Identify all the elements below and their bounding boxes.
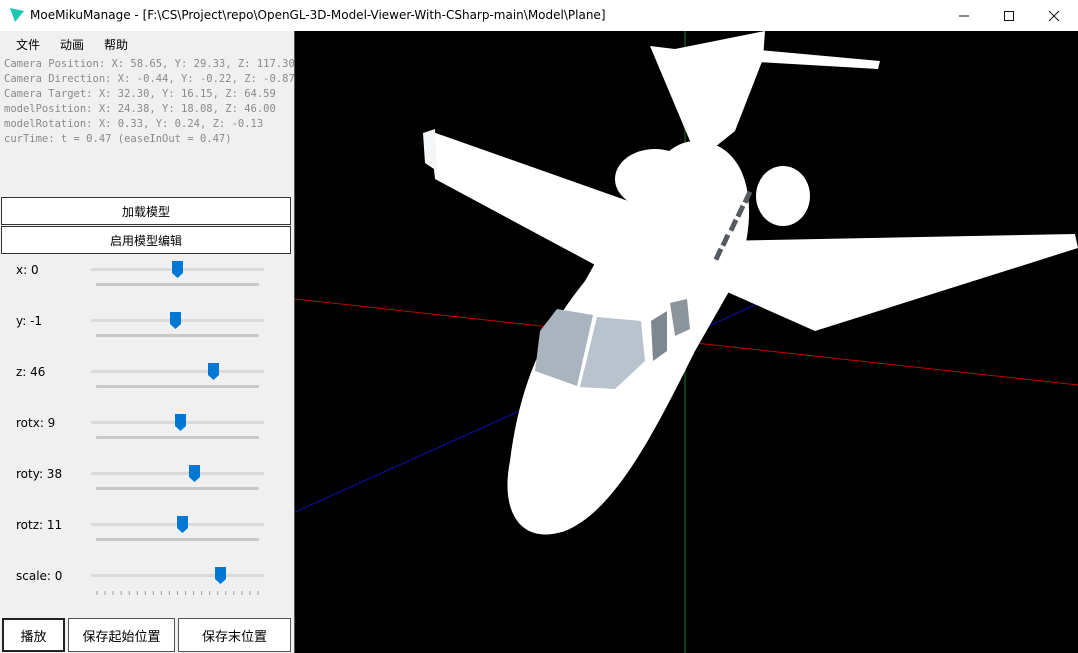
slider-rail-rotz [96,538,259,541]
load-model-button[interactable]: 加载模型 [1,197,291,225]
close-icon [1048,10,1060,21]
slider-thumb-rotx[interactable] [175,414,187,431]
window-title: MoeMikuManage - [F:\CS\Project\repo\Open… [30,8,606,22]
title-bar: MoeMikuManage - [F:\CS\Project\repo\Open… [0,0,1078,31]
camera-direction-text: Camera Direction: X: -0.44, Y: -0.22, Z:… [4,73,295,85]
save-end-button[interactable]: 保存末位置 [178,618,291,652]
slider-label-x: x: 0 [16,263,39,277]
slider-track-z[interactable] [91,370,264,373]
minimize-button[interactable] [941,0,987,31]
menu-help[interactable]: 帮助 [104,36,128,53]
slider-thumb-rotz[interactable] [177,516,189,533]
slider-label-scale: scale: 0 [16,569,63,583]
slider-label-y: y: -1 [16,314,43,328]
slider-ticks-scale [96,591,259,595]
slider-rail-x [96,283,259,286]
menu-bar: 文件 动画 帮助 [0,31,294,53]
menu-file[interactable]: 文件 [16,36,40,53]
save-start-button[interactable]: 保存起始位置 [68,618,175,652]
camera-target-text: Camera Target: X: 32.30, Y: 16.15, Z: 64… [4,88,276,100]
slider-label-roty: roty: 38 [16,467,63,481]
slider-thumb-roty[interactable] [189,465,201,482]
slider-thumb-y[interactable] [170,312,182,329]
maximize-button[interactable] [986,0,1032,31]
slider-rail-rotx [96,436,259,439]
model-rotation-text: modelRotation: X: 0.33, Y: 0.24, Z: -0.1… [4,118,264,130]
close-button[interactable] [1031,0,1077,31]
slider-thumb-scale[interactable] [215,567,227,584]
slider-label-rotx: rotx: 9 [16,416,56,430]
cur-time-text: curTime: t = 0.47 (easeInOut = 0.47) [4,133,232,145]
slider-label-rotz: rotz: 11 [16,518,63,532]
slider-thumb-z[interactable] [208,363,220,380]
airplane-model [423,31,1078,535]
menu-animation[interactable]: 动画 [60,36,84,53]
viewport-canvas [295,31,1078,653]
slider-rail-roty [96,487,259,490]
camera-info-panel: Camera Position: X: 58.65, Y: 29.33, Z: … [4,57,295,147]
play-button[interactable]: 播放 [2,618,65,652]
app-logo-icon [10,8,24,22]
slider-track-roty[interactable] [91,472,264,475]
slider-rail-z [96,385,259,388]
slider-rail-y [96,334,259,337]
slider-thumb-x[interactable] [172,261,183,278]
camera-position-text: Camera Position: X: 58.65, Y: 29.33, Z: … [4,58,295,70]
slider-label-z: z: 46 [16,365,46,379]
3d-viewport[interactable] [295,31,1078,653]
minimize-icon [959,15,969,16]
slider-track-scale[interactable] [91,574,264,577]
model-position-text: modelPosition: X: 24.38, Y: 18.08, Z: 46… [4,103,276,115]
enable-edit-button[interactable]: 启用模型编辑 [1,226,291,254]
maximize-icon [1004,10,1014,21]
